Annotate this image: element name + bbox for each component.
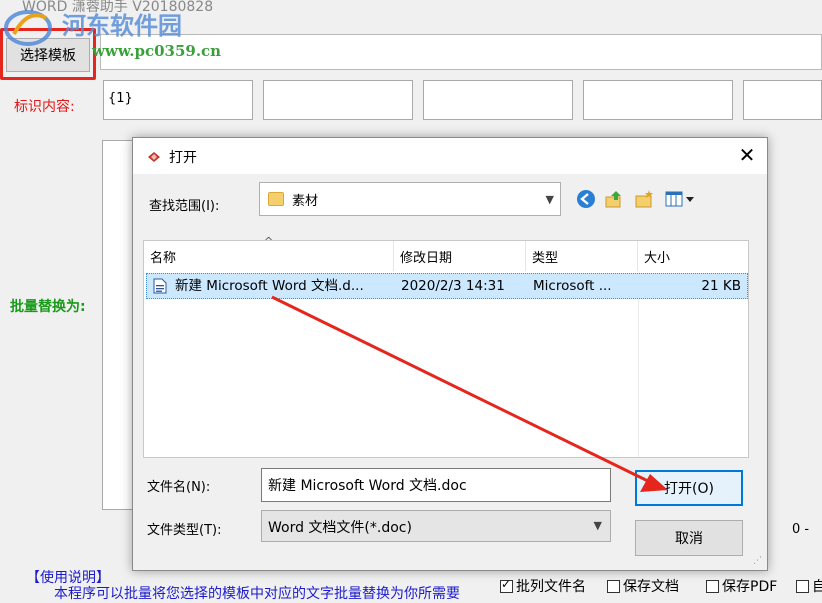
- filetype-label: 文件类型(T):: [147, 523, 222, 538]
- option-more[interactable]: 自: [796, 576, 822, 596]
- option-save-pdf[interactable]: 保存PDF: [706, 576, 777, 596]
- file-row[interactable]: 新建 Microsoft Word 文档.d... 2020/2/3 14:31…: [146, 273, 748, 299]
- option-label: 保存PDF: [722, 579, 778, 595]
- watermark-url: www.pc0359.cn: [92, 42, 222, 60]
- option-label: 自: [812, 579, 822, 595]
- checkbox-checked-icon[interactable]: [500, 577, 513, 593]
- mark-input-2[interactable]: [263, 80, 413, 120]
- dialog-title: 打开: [169, 150, 197, 166]
- lookin-dropdown[interactable]: 素材 ▼: [259, 182, 561, 216]
- filetype-value: Word 文档文件(*.doc): [268, 520, 412, 536]
- view-menu-icon[interactable]: [663, 188, 697, 210]
- close-icon[interactable]: ✕: [735, 143, 759, 167]
- filetype-dropdown[interactable]: Word 文档文件(*.doc) ▼: [261, 510, 611, 542]
- chevron-down-icon: ▼: [593, 519, 602, 532]
- file-list[interactable]: 名称 ^ 修改日期 类型 大小 新建 Microsoft Word 文档.d..…: [143, 235, 749, 458]
- usage-text: 本程序可以批量将您选择的模板中对应的文字批量替换为你所需要: [54, 586, 460, 602]
- new-folder-icon[interactable]: [633, 188, 655, 210]
- back-icon[interactable]: [575, 188, 597, 210]
- file-type-cell: Microsoft ...: [533, 278, 612, 294]
- file-name-cell: 新建 Microsoft Word 文档.d...: [175, 278, 364, 294]
- word-document-icon: [153, 278, 167, 294]
- checkbox-icon[interactable]: [706, 579, 719, 593]
- batch-replace-label: 批量替换为:: [10, 299, 86, 315]
- resize-grip-icon[interactable]: ⋰: [753, 556, 762, 566]
- mark-input-4[interactable]: [583, 80, 733, 120]
- lookin-value: 素材: [292, 193, 319, 209]
- cancel-button[interactable]: 取消: [635, 520, 743, 556]
- checkbox-icon[interactable]: [607, 579, 620, 593]
- folder-icon: [268, 192, 284, 206]
- mark-input-5[interactable]: [743, 80, 822, 120]
- chevron-down-icon: ▼: [545, 193, 554, 206]
- column-header-size[interactable]: 大小: [638, 241, 748, 271]
- option-label: 批列文件名: [516, 579, 586, 595]
- option-save-doc[interactable]: 保存文档: [607, 576, 679, 596]
- file-size-cell: 21 KB: [701, 278, 741, 294]
- app-icon: [148, 152, 160, 162]
- watermark-logo-icon: [4, 10, 52, 46]
- mark-input-3[interactable]: [423, 80, 573, 120]
- option-label: 保存文档: [623, 579, 679, 595]
- mark-input-1[interactable]: {1}: [103, 80, 253, 120]
- open-button[interactable]: 打开(O): [635, 470, 743, 506]
- file-modified-cell: 2020/2/3 14:31: [401, 278, 505, 294]
- filename-label: 文件名(N):: [147, 480, 211, 495]
- checkbox-icon[interactable]: [796, 579, 809, 593]
- lookin-label: 查找范围(I):: [149, 199, 220, 214]
- open-file-dialog: 打开 ✕ 查找范围(I): 素材 ▼ 名称 ^ 修改日期 类型 大小 新建 Mi…: [132, 137, 768, 571]
- sort-caret-icon: ^: [264, 235, 274, 248]
- watermark-text: 河东软件园: [62, 11, 182, 40]
- option-batch-filename[interactable]: 批列文件名: [500, 576, 586, 596]
- column-header-type[interactable]: 类型: [526, 241, 638, 271]
- filename-input[interactable]: 新建 Microsoft Word 文档.doc: [261, 468, 611, 502]
- mark-content-label: 标识内容:: [14, 99, 75, 115]
- dialog-titlebar[interactable]: [133, 138, 767, 174]
- column-header-modified[interactable]: 修改日期: [394, 241, 526, 271]
- up-folder-icon[interactable]: [603, 188, 625, 210]
- counter-text: 0 -: [792, 522, 810, 537]
